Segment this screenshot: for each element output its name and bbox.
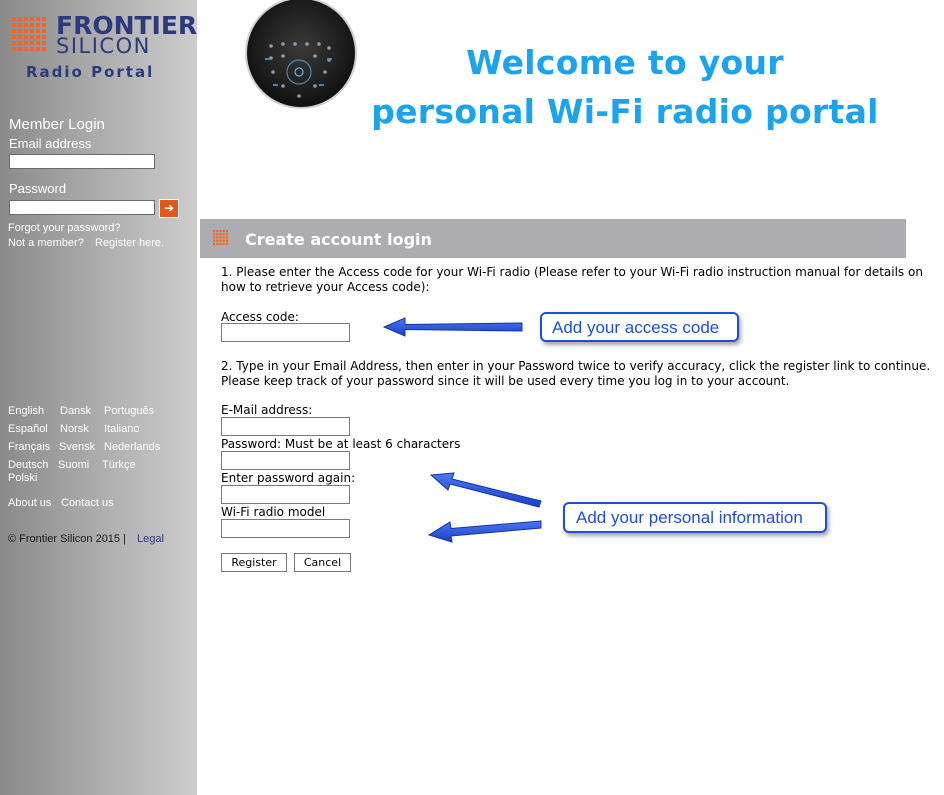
- step1-instructions-line1: 1. Please enter the Access code for your…: [221, 265, 923, 279]
- radio-model-input[interactable]: [221, 519, 350, 538]
- language-link-dansk[interactable]: Dansk: [60, 405, 91, 417]
- logo-text-silicon: SILICON: [56, 34, 151, 58]
- password-again-label: Enter password again:: [221, 471, 356, 485]
- login-password-input[interactable]: [9, 200, 155, 215]
- language-link-deutsch[interactable]: Deutsch: [8, 459, 48, 471]
- login-email-input[interactable]: [9, 154, 155, 169]
- email-input[interactable]: [221, 417, 350, 436]
- language-link-svensk[interactable]: Svensk: [59, 441, 95, 453]
- step2-instructions-line1: 2. Type in your Email Address, then ente…: [221, 359, 931, 373]
- language-link-suomi[interactable]: Suomi: [58, 459, 89, 471]
- password-input[interactable]: [221, 451, 350, 470]
- welcome-heading-line1: Welcome to your: [466, 43, 784, 82]
- grid-dots-icon: [213, 230, 228, 245]
- password-again-input[interactable]: [221, 485, 350, 504]
- email-label: E-Mail address:: [221, 403, 313, 417]
- arrow-to-radio-model-icon: [427, 520, 542, 543]
- radio-model-label: Wi-Fi radio model: [221, 505, 326, 519]
- language-link-italiano[interactable]: Italiano: [104, 423, 139, 435]
- language-link-turkce[interactable]: Türkçe: [102, 459, 136, 471]
- login-submit-button[interactable]: ➔: [159, 199, 179, 218]
- register-here-link[interactable]: Register here.: [95, 237, 164, 249]
- copyright-text: © Frontier Silicon 2015 |: [8, 533, 126, 545]
- access-code-input[interactable]: [221, 323, 350, 342]
- not-member-text: Not a member?: [8, 237, 84, 249]
- access-code-callout: Add your access code: [540, 312, 739, 342]
- login-password-label: Password: [9, 181, 67, 196]
- sidebar: FRONTIER SILICON Radio Portal Member Log…: [0, 0, 197, 795]
- member-login-heading: Member Login: [9, 116, 105, 133]
- step1-instructions-line2: how to retrieve your Access code):: [221, 280, 430, 294]
- legal-link[interactable]: Legal: [137, 533, 164, 545]
- language-link-francais[interactable]: Français: [8, 441, 50, 453]
- language-link-espanol[interactable]: Español: [8, 423, 48, 435]
- login-email-label: Email address: [9, 136, 92, 151]
- language-link-english[interactable]: English: [8, 405, 44, 417]
- step2-instructions-line2: Please keep track of your password since…: [221, 374, 790, 388]
- arrow-right-icon: ➔: [163, 201, 175, 215]
- contact-us-link[interactable]: Contact us: [61, 497, 114, 509]
- frontier-silicon-logo-icon: [12, 17, 46, 51]
- password-label: Password: Must be at least 6 characters: [221, 437, 461, 451]
- section-title: Create account login: [245, 230, 432, 249]
- cancel-button[interactable]: Cancel: [294, 553, 351, 572]
- language-link-nederlands[interactable]: Nederlands: [104, 441, 160, 453]
- language-link-portugues[interactable]: Português: [104, 405, 154, 417]
- register-button[interactable]: Register: [221, 553, 287, 572]
- radio-portal-title: Radio Portal: [26, 63, 155, 81]
- forgot-password-link[interactable]: Forgot your password?: [8, 222, 121, 234]
- welcome-heading-line2: personal Wi-Fi radio portal: [371, 92, 879, 131]
- personal-info-callout: Add your personal information: [563, 502, 827, 533]
- arrow-to-access-code-icon: [382, 317, 523, 337]
- language-link-norsk[interactable]: Norsk: [60, 423, 89, 435]
- arrow-to-password-again-icon: [429, 472, 542, 508]
- section-header-bar: Create account login: [200, 219, 906, 258]
- about-us-link[interactable]: About us: [8, 497, 51, 509]
- radio-device-image: [245, 0, 357, 109]
- language-link-polski[interactable]: Polski: [8, 472, 37, 484]
